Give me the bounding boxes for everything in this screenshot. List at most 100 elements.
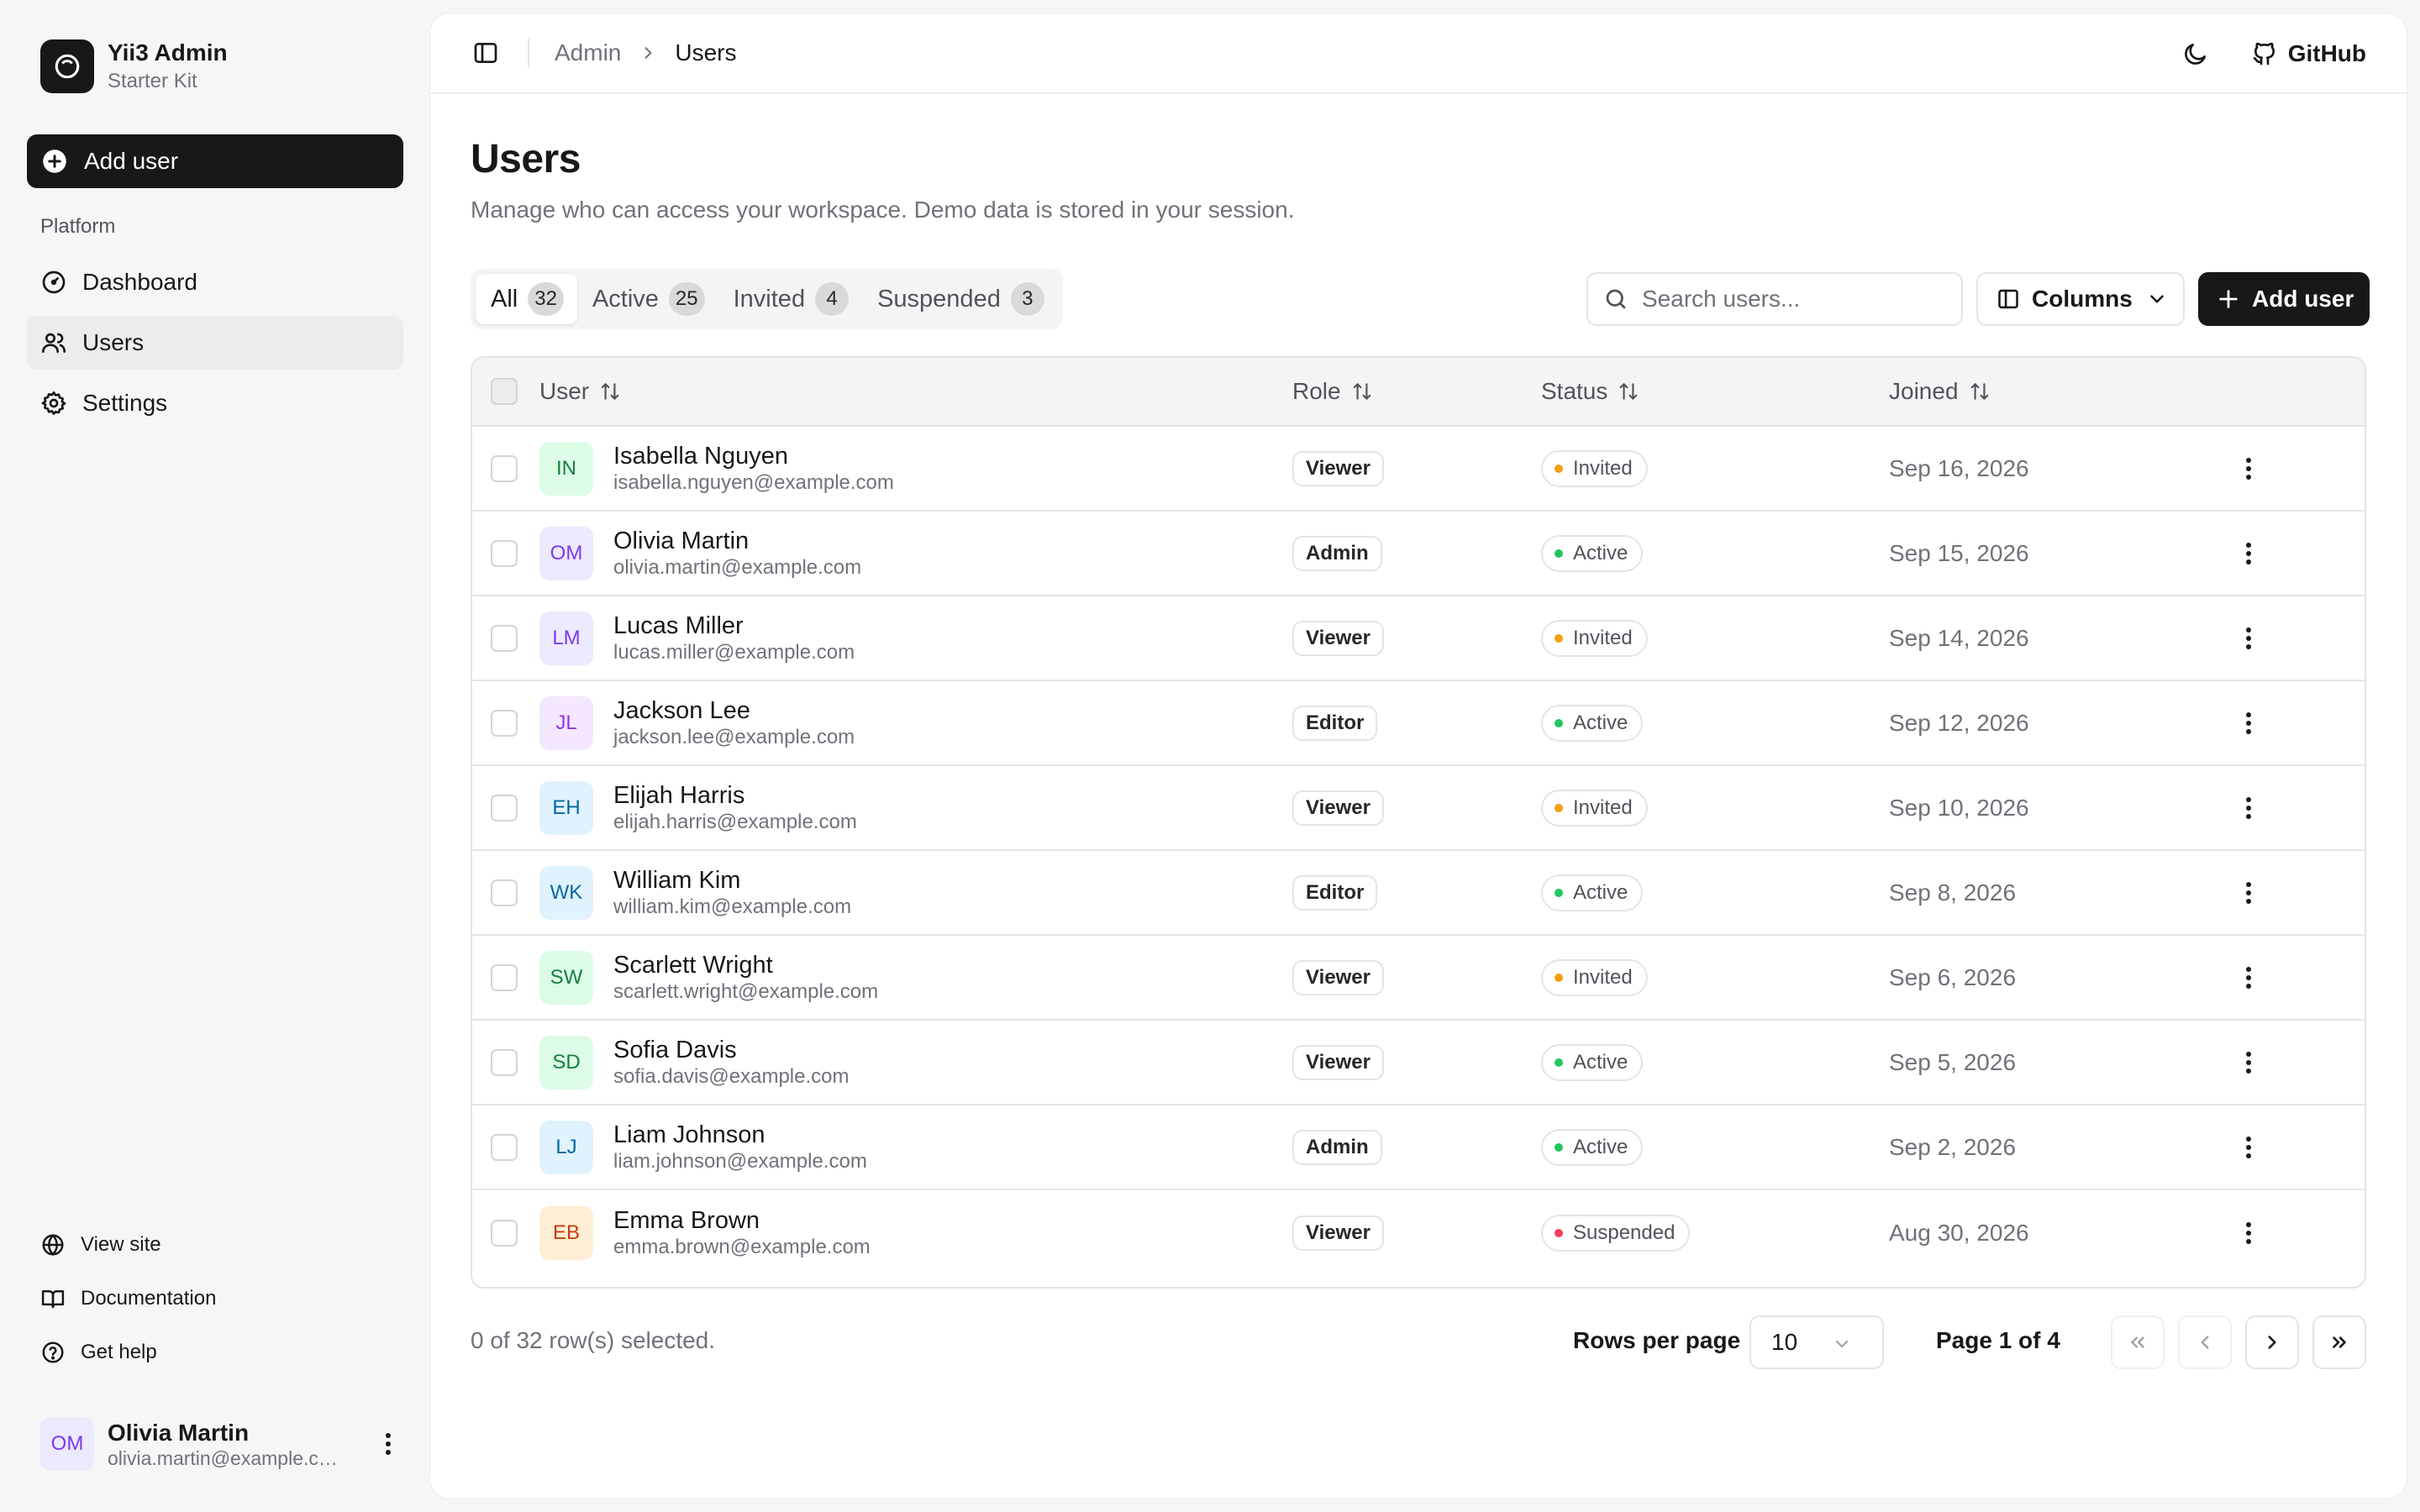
brand-logo-icon [40, 39, 94, 93]
more-vertical-icon[interactable] [2232, 876, 2265, 910]
chevron-left-icon [2194, 1331, 2216, 1353]
role-badge: Viewer [1292, 1044, 1384, 1080]
chevron-down-icon [2146, 288, 2168, 310]
more-vertical-icon[interactable] [2232, 452, 2265, 486]
search-input[interactable] [1642, 286, 1944, 312]
row-checkbox[interactable] [491, 1048, 518, 1076]
row-checkbox[interactable] [491, 879, 518, 906]
more-vertical-icon[interactable] [2232, 706, 2265, 740]
get-help-link[interactable]: Get help [27, 1329, 403, 1376]
row-checkbox[interactable] [491, 1219, 518, 1247]
view-site-link[interactable]: View site [27, 1221, 403, 1268]
user-name: Emma Brown [613, 1206, 760, 1234]
row-checkbox[interactable] [491, 1133, 518, 1161]
get-help-label: Get help [81, 1341, 157, 1363]
github-link[interactable]: GitHub [2251, 40, 2366, 67]
table-body: IN Isabella Nguyen isabella.nguyen@example… [472, 427, 2365, 1275]
status-label: Active [1573, 711, 1628, 734]
rows-per-page-label: Rows per page [1573, 1327, 1741, 1353]
tab-suspended[interactable]: Suspended 3 [862, 274, 1058, 324]
table-row[interactable]: EB Emma Brown emma.brown@example.com Viewer… [472, 1190, 2365, 1275]
tab-active[interactable]: Active 25 [577, 274, 718, 324]
gear-icon [40, 390, 67, 417]
users-table: User Role Status Joined IN Isabella Nguy… [471, 356, 2366, 1289]
row-checkbox[interactable] [491, 539, 518, 567]
sidebar-add-user-button[interactable]: Add user [27, 134, 403, 188]
table-row[interactable]: SW Scarlett Wright scarlett.wright@example… [472, 936, 2365, 1021]
columns-button[interactable]: Columns [1976, 272, 2185, 326]
sidebar-item-settings[interactable]: Settings [27, 376, 403, 430]
table-row[interactable]: OM Olivia Martin olivia.martin@example.com… [472, 512, 2365, 596]
status-badge: Invited [1541, 449, 1648, 487]
user-email: isabella.nguyen@example.com [613, 470, 894, 494]
avatar: EH [539, 780, 593, 835]
page-info: Page 1 of 4 [1936, 1327, 2060, 1353]
joined-date: Sep 14, 2026 [1889, 624, 2029, 651]
joined-date: Sep 15, 2026 [1889, 539, 2029, 566]
brand-title: Yii3 Admin [108, 39, 228, 66]
column-header-role[interactable]: Role [1292, 378, 1373, 405]
status-label: Invited [1573, 626, 1633, 649]
sidebar-item-users[interactable]: Users [27, 316, 403, 370]
sidebar-item-dashboard[interactable]: Dashboard [27, 255, 403, 309]
column-header-user[interactable]: User [539, 378, 621, 405]
rows-per-page-select[interactable]: 10 [1749, 1315, 1884, 1369]
add-user-button[interactable]: Add user [2198, 272, 2370, 326]
column-header-status[interactable]: Status [1541, 378, 1639, 405]
table-row[interactable]: LM Lucas Miller lucas.miller@example.com Vi… [472, 596, 2365, 681]
book-icon [40, 1286, 66, 1311]
tab-invited[interactable]: Invited 4 [718, 274, 862, 324]
brand[interactable]: Yii3 Admin Starter Kit [40, 39, 228, 94]
more-vertical-icon[interactable] [2232, 537, 2265, 570]
plus-icon [2217, 287, 2240, 311]
user-name: Scarlett Wright [613, 951, 773, 979]
documentation-link[interactable]: Documentation [27, 1275, 403, 1322]
table-row[interactable]: JL Jackson Lee jackson.lee@example.com Edit… [472, 681, 2365, 766]
users-icon [40, 329, 67, 356]
status-badge: Suspended [1541, 1214, 1691, 1252]
sort-icon [1351, 381, 1373, 402]
tab-all[interactable]: All 32 [476, 274, 577, 324]
table-row[interactable]: WK William Kim william.kim@example.com Edit… [472, 851, 2365, 936]
more-vertical-icon[interactable] [2232, 791, 2265, 825]
user-name: Isabella Nguyen [613, 442, 788, 470]
status-dot [1555, 973, 1563, 982]
table-row[interactable]: EH Elijah Harris elijah.harris@example.com… [472, 766, 2365, 851]
next-page-button[interactable] [2245, 1315, 2299, 1369]
breadcrumb-admin[interactable]: Admin [555, 39, 621, 66]
status-badge: Active [1541, 534, 1644, 572]
row-checkbox[interactable] [491, 794, 518, 822]
more-vertical-icon[interactable] [373, 1429, 403, 1459]
table-row[interactable]: SD Sofia Davis sofia.davis@example.com View… [472, 1021, 2365, 1105]
sidebar-add-user-label: Add user [84, 148, 179, 174]
user-email: jackson.lee@example.com [613, 725, 855, 748]
more-vertical-icon[interactable] [2232, 1131, 2265, 1164]
current-user-menu[interactable]: OM Olivia Martin olivia.martin@example.c… [40, 1415, 403, 1473]
table-row[interactable]: IN Isabella Nguyen isabella.nguyen@example… [472, 427, 2365, 512]
row-checkbox[interactable] [491, 454, 518, 482]
more-vertical-icon[interactable] [2232, 961, 2265, 995]
more-vertical-icon[interactable] [2232, 1216, 2265, 1250]
github-icon [2251, 40, 2278, 67]
first-page-button[interactable] [2111, 1315, 2165, 1369]
status-label: Suspended [1573, 1221, 1676, 1244]
more-vertical-icon[interactable] [2232, 1046, 2265, 1079]
row-checkbox[interactable] [491, 963, 518, 991]
avatar: IN [539, 441, 593, 496]
last-page-button[interactable] [2312, 1315, 2366, 1369]
column-header-label: Joined [1889, 378, 1959, 404]
column-header-joined[interactable]: Joined [1889, 378, 1991, 405]
moon-icon[interactable] [2175, 34, 2216, 74]
row-checkbox[interactable] [491, 624, 518, 652]
select-all-checkbox[interactable] [491, 378, 518, 405]
user-name: Jackson Lee [613, 696, 750, 724]
user-name: Sofia Davis [613, 1036, 737, 1063]
joined-date: Sep 2, 2026 [1889, 1133, 2017, 1160]
previous-page-button[interactable] [2178, 1315, 2232, 1369]
avatar: WK [539, 865, 593, 920]
row-checkbox[interactable] [491, 709, 518, 737]
table-row[interactable]: LJ Liam Johnson liam.johnson@example.com Ad… [472, 1105, 2365, 1190]
more-vertical-icon[interactable] [2232, 622, 2265, 655]
search-box[interactable] [1586, 272, 1963, 326]
sidebar-toggle-icon[interactable] [467, 34, 504, 71]
